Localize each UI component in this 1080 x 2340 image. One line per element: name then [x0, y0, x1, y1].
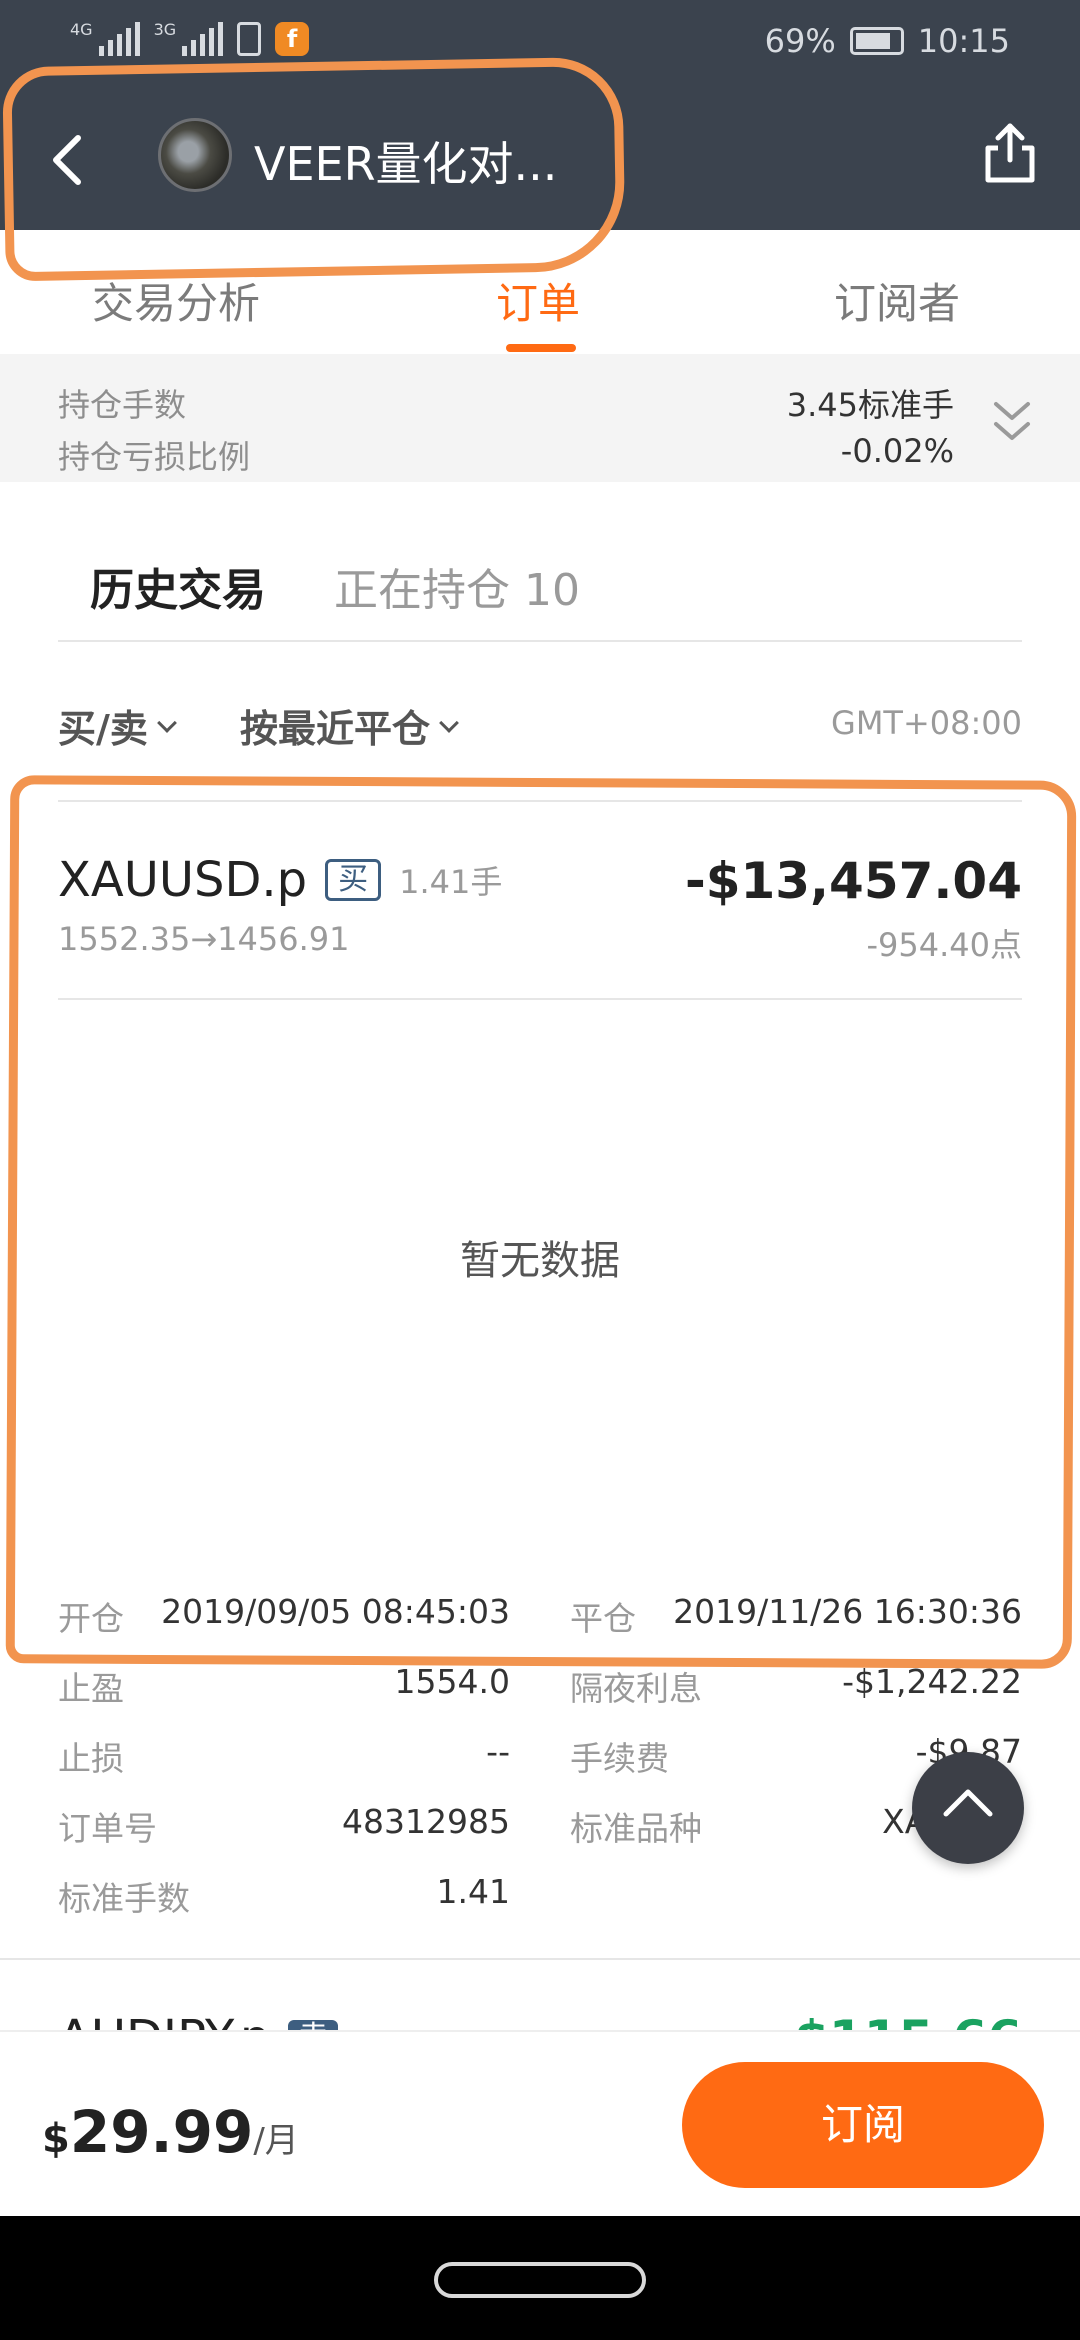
order-direction-badge: 买: [325, 859, 382, 901]
pnl-ratio-label: 持仓亏损比例: [58, 438, 251, 476]
price-currency: $: [42, 2116, 70, 2162]
order-number-label: 订单号: [58, 1809, 157, 1848]
close-time-value: 2019/11/26 16:30:36: [673, 1592, 1022, 1631]
status-bar: 4G 3G f 69% 10:15: [0, 0, 1080, 90]
standard-lots-label: 标准手数: [58, 1879, 190, 1918]
open-time-label: 开仓: [58, 1599, 124, 1638]
active-tab-indicator: [506, 344, 576, 352]
home-gesture-pill[interactable]: [434, 2262, 646, 2298]
tab-trade-analysis[interactable]: 交易分析: [92, 270, 260, 331]
subtab-divider: [58, 640, 1022, 642]
stop-loss-value: --: [486, 1732, 510, 1771]
battery-percent: 69%: [764, 22, 836, 60]
standard-lots-value: 1.41: [436, 1872, 510, 1911]
signal-icon: 4G: [70, 22, 140, 56]
open-time-value: 2019/09/05 08:45:03: [161, 1592, 510, 1631]
filter-row: 买/卖 按最近平仓 GMT+08:00: [0, 690, 1080, 760]
chevron-down-icon: [439, 712, 459, 733]
subscribe-button[interactable]: 订阅: [682, 2062, 1044, 2188]
standard-symbol-label: 标准品种: [570, 1809, 702, 1848]
position-summary[interactable]: 持仓手数 3.45标准手 持仓亏损比例 -0.02%: [0, 354, 1080, 482]
trade-subtabs: 历史交易 正在持仓 10: [0, 540, 1080, 640]
price-period: /月: [253, 2121, 299, 2161]
sort-filter-label: 按最近平仓: [240, 707, 431, 751]
lots-value: 3.45标准手: [786, 386, 954, 424]
order-symbol: XAUUSD.p: [58, 852, 308, 908]
direction-filter[interactable]: 买/卖: [58, 698, 177, 753]
chevron-up-icon: [943, 1789, 993, 1817]
system-nav-bar: [0, 2216, 1080, 2340]
next-order-symbol: AUDJPY.p: [58, 2010, 270, 2030]
next-order-card[interactable]: AUDJPY.p 卖 $115.66: [0, 1960, 1080, 2030]
order-number-value: 48312985: [342, 1802, 510, 1841]
pnl-ratio-value: -0.02%: [840, 432, 954, 470]
app-header: VEER量化对...: [0, 90, 1080, 230]
direction-filter-label: 买/卖: [58, 707, 148, 751]
lots-label: 持仓手数: [58, 386, 187, 424]
scroll-to-top-button[interactable]: [912, 1752, 1024, 1864]
share-icon[interactable]: [980, 120, 1040, 186]
order-pnl: -$13,457.04: [684, 852, 1022, 910]
close-time-label: 平仓: [570, 1599, 636, 1638]
next-order-direction-badge: 卖: [288, 2020, 339, 2030]
order-divider: [58, 998, 1022, 1000]
take-profit-label: 止盈: [58, 1669, 124, 1708]
tab-subscribers[interactable]: 订阅者: [834, 270, 960, 331]
network-label-2: 3G: [153, 20, 177, 39]
no-data-text: 暂无数据: [460, 1238, 620, 1284]
app-notification-icon: f: [275, 22, 310, 56]
tab-open-positions[interactable]: 正在持仓 10: [334, 554, 580, 618]
back-arrow-icon[interactable]: [40, 130, 100, 190]
price-amount: 29.99: [69, 2098, 254, 2166]
page-title: VEER量化对...: [254, 137, 558, 191]
expand-chevron-icon[interactable]: [990, 396, 1034, 448]
sort-filter[interactable]: 按最近平仓: [240, 698, 459, 753]
stop-loss-label: 止损: [58, 1739, 124, 1778]
fee-label: 手续费: [570, 1739, 669, 1778]
chevron-down-icon: [156, 712, 177, 733]
vibrate-icon: [237, 22, 262, 56]
avatar[interactable]: [158, 118, 232, 192]
signal-icon-2: 3G: [154, 22, 224, 56]
subscribe-bar: $ 29.99 /月 订阅: [0, 2030, 1080, 2216]
swap-value: -$1,242.22: [842, 1662, 1022, 1701]
tab-history-trades[interactable]: 历史交易: [90, 554, 266, 618]
order-prices: 1552.35→1456.91: [58, 920, 350, 958]
subscription-price: $ 29.99 /月: [42, 2098, 299, 2166]
timezone-label: GMT+08:00: [831, 704, 1022, 742]
next-order-pnl: $115.66: [794, 2010, 1022, 2030]
tab-orders[interactable]: 订单: [496, 270, 580, 331]
take-profit-value: 1554.0: [394, 1662, 510, 1701]
tab-bar: 交易分析 订单 订阅者: [0, 230, 1080, 354]
order-lots: 1.41手: [399, 863, 503, 901]
swap-label: 隔夜利息: [570, 1669, 702, 1708]
network-label-1: 4G: [70, 20, 93, 39]
order-points: -954.40点: [866, 926, 1022, 964]
clock: 10:15: [917, 22, 1010, 60]
battery-icon: [849, 27, 904, 55]
